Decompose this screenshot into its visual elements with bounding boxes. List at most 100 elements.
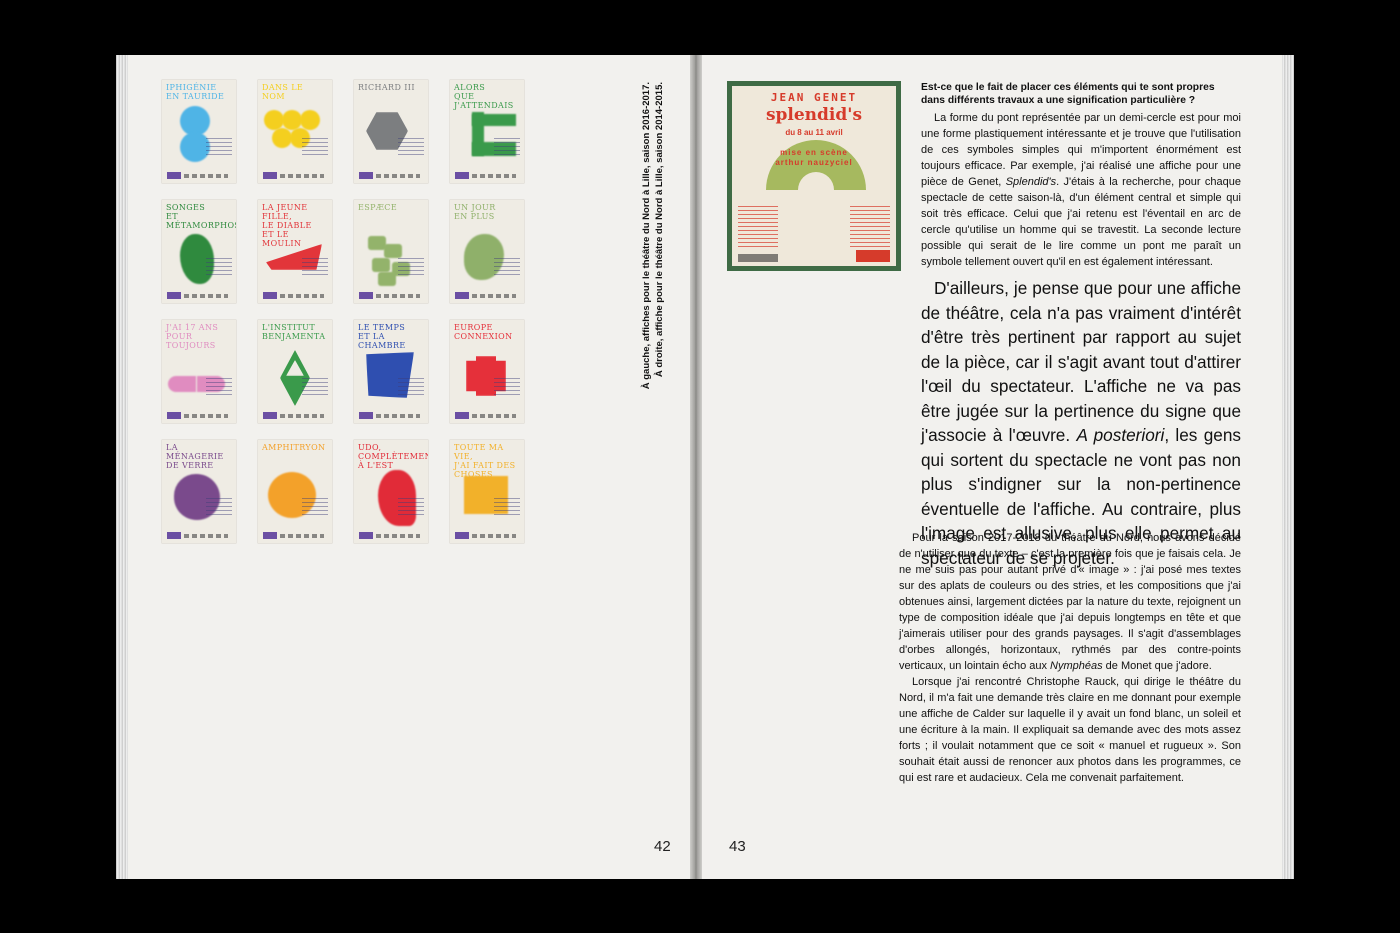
theatre-logo: [263, 532, 277, 539]
sponsor-logos: [472, 174, 516, 178]
poster-thumbnail: Toute ma vie, j'ai fait des choses: [450, 440, 524, 543]
poster-shape: [300, 110, 320, 130]
para1-italic: Splendid's: [1005, 176, 1057, 188]
theatre-logo: [359, 172, 373, 179]
genet-dates: du 8 au 11 avril: [785, 128, 843, 137]
poster-shape: [168, 376, 196, 392]
sponsor-logos: [184, 534, 228, 538]
credits-right: [850, 206, 890, 248]
theatre-logo: [856, 250, 890, 262]
poster-thumbnail: Alors que j'attendais: [450, 80, 524, 183]
poster-thumbnail: La jeune fille, le diable et le moulin: [258, 200, 332, 303]
poster-thumbnail: Iphigénie en Tauride: [162, 80, 236, 183]
poster-fine-print: [206, 498, 232, 518]
poster-title: Songes et métamorphoses: [166, 203, 236, 230]
sponsor-logos: [280, 534, 324, 538]
lead-italic: A posteriori: [1076, 425, 1165, 445]
theatre-logo: [263, 172, 277, 179]
poster-shape: [384, 244, 402, 258]
sponsor-logos: [472, 414, 516, 418]
sponsor-logos: [376, 534, 420, 538]
page-number-right: 43: [729, 838, 746, 855]
sponsor-logos: [280, 174, 324, 178]
poster-fine-print: [206, 258, 232, 278]
poster-thumbnail: La ménagerie de verre: [162, 440, 236, 543]
poster-thumbnail: Dans le nom: [258, 80, 332, 183]
para1-text-b: . J'étais à la recherche, pour chaque sp…: [921, 176, 1241, 268]
left-page-edges: [116, 55, 128, 879]
genet-author: JEAN GENET: [770, 91, 858, 104]
caption-line-2: À droite, affiche pour le théâtre du Nor…: [654, 82, 665, 378]
theatre-logo: [167, 172, 181, 179]
sponsor-logos: [738, 254, 778, 262]
poster-caption: À gauche, affiches pour le théâtre du No…: [640, 82, 672, 682]
sponsor-logos: [184, 414, 228, 418]
poster-fine-print: [494, 138, 520, 158]
theatre-logo: [359, 532, 373, 539]
sponsor-logos: [472, 534, 516, 538]
poster-title: J'ai 17 ans pour toujours: [166, 323, 219, 350]
poster-title: Udo, complètement à l'est: [358, 443, 428, 470]
poster-fine-print: [302, 138, 328, 158]
genet-play-title: splendid's: [765, 105, 863, 125]
theatre-logo: [455, 532, 469, 539]
poster-title: L'institut Benjamenta: [262, 323, 326, 341]
poster-thumbnail: Songes et métamorphoses: [162, 200, 236, 303]
poster-thumbnail: Un jour en plus: [450, 200, 524, 303]
lead-text-a: D'ailleurs, je pense que pour une affich…: [921, 278, 1241, 445]
poster-fine-print: [302, 498, 328, 518]
theatre-logo: [263, 292, 277, 299]
theatre-logo: [263, 412, 277, 419]
poster-thumbnail: Amphitryon: [258, 440, 332, 543]
theatre-logo: [455, 412, 469, 419]
theatre-logo: [455, 172, 469, 179]
theatre-logo: [455, 292, 469, 299]
body-p1-b: de Monet que j'adore.: [1102, 660, 1212, 672]
poster-title: Le temps et la chambre: [358, 323, 406, 350]
poster-fine-print: [494, 258, 520, 278]
sponsor-logos: [280, 414, 324, 418]
poster-thumbnail: Udo, complètement à l'est: [354, 440, 428, 543]
poster-fine-print: [494, 498, 520, 518]
poster-title: La ménagerie de verre: [166, 443, 224, 470]
poster-shape: [378, 272, 396, 286]
body-paragraph-2: Lorsque j'ai rencontré Christophe Rauck,…: [899, 676, 1241, 784]
poster-title: Alors que j'attendais: [454, 83, 514, 110]
lead-paragraph: D'ailleurs, je pense que pour une affich…: [921, 276, 1241, 570]
poster-fine-print: [302, 258, 328, 278]
poster-thumbnail: L'institut Benjamenta: [258, 320, 332, 423]
poster-fine-print: [206, 378, 232, 398]
body-p1-italic: Nymphéas: [1050, 660, 1103, 672]
sponsor-logos: [472, 294, 516, 298]
poster-title: Un jour en plus: [454, 203, 496, 221]
poster-fine-print: [494, 378, 520, 398]
poster-title: Espæce: [358, 203, 398, 212]
poster-title: Europe connexion: [454, 323, 513, 341]
theatre-logo: [167, 292, 181, 299]
sponsor-logos: [184, 174, 228, 178]
right-page-edges: [1282, 55, 1294, 879]
poster-fine-print: [206, 138, 232, 158]
poster-fine-print: [398, 258, 424, 278]
interview-question: Est-ce que le fait de placer ces élément…: [921, 82, 1215, 107]
book-gutter: [690, 55, 702, 879]
poster-title: Dans le nom: [262, 83, 304, 101]
theatre-logo: [167, 412, 181, 419]
theatre-logo: [167, 532, 181, 539]
poster-title: La jeune fille, le diable et le moulin: [262, 203, 312, 248]
poster-title: Richard III: [358, 83, 415, 92]
answer-paragraph-1: La forme du pont représentée par un demi…: [921, 110, 1241, 270]
body-p1-a: Pour la saison 2017-2018 du théâtre du N…: [899, 532, 1241, 672]
sponsor-logos: [376, 174, 420, 178]
caption-line-1: À gauche, affiches pour le théâtre du No…: [641, 82, 652, 390]
poster-shape: [372, 258, 390, 272]
sponsor-logos: [280, 294, 324, 298]
poster-title: Toute ma vie, j'ai fait des choses: [454, 443, 516, 479]
poster-thumbnail: Espæce: [354, 200, 428, 303]
genet-director: mise en scène arthur nauzyciel: [775, 148, 853, 167]
theatre-logo: [359, 412, 373, 419]
poster-thumbnail: Europe connexion: [450, 320, 524, 423]
poster-thumbnail: Richard III: [354, 80, 428, 183]
poster-shape: [282, 110, 302, 130]
poster-fine-print: [398, 498, 424, 518]
